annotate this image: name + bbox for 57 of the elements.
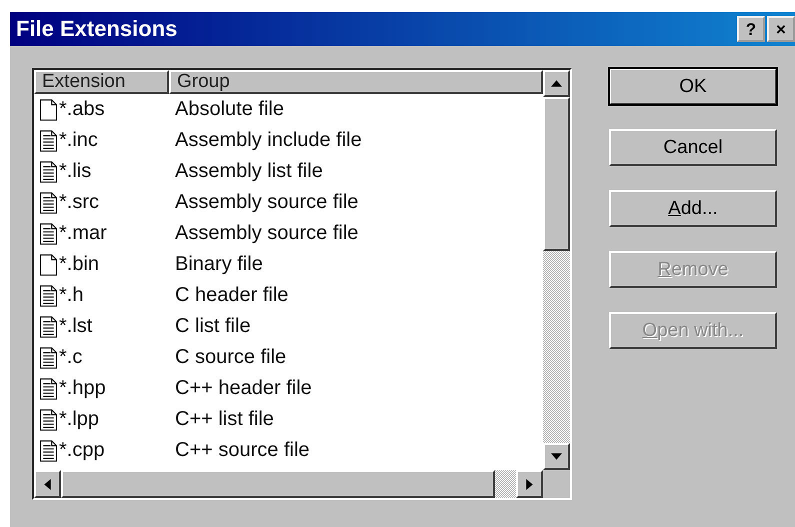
file-type-name[interactable]: C++ source file: [175, 439, 310, 461]
file-pattern[interactable]: *.hpp: [59, 377, 106, 400]
up-triangle-icon: [551, 80, 562, 87]
blank-file-icon: [40, 254, 57, 276]
window-title: File Extensions: [16, 16, 178, 42]
file-type-name[interactable]: C source file: [175, 346, 286, 368]
file-pattern[interactable]: *.lis: [59, 160, 92, 183]
text-file-icon: [40, 192, 57, 214]
file-type-name[interactable]: C++ header file: [175, 377, 312, 399]
file-pattern[interactable]: *.abs: [59, 98, 105, 121]
horizontal-scrollbar[interactable]: [34, 470, 570, 498]
text-file-icon: [40, 222, 57, 244]
text-file-icon: [40, 130, 57, 152]
text-file-icon: [40, 316, 57, 338]
file-pattern[interactable]: *.h: [59, 284, 84, 307]
file-pattern[interactable]: *.bin: [59, 253, 100, 276]
file-type-name[interactable]: C++ list file: [175, 408, 274, 430]
text-file-icon: [40, 284, 57, 306]
dialog-button[interactable]: Add...: [609, 190, 777, 227]
file-pattern[interactable]: *.lpp: [59, 408, 100, 431]
file-pattern[interactable]: *.c: [59, 346, 82, 369]
help-button[interactable]: ?: [737, 16, 765, 42]
text-file-icon: [40, 346, 57, 368]
scroll-up-button[interactable]: [543, 70, 570, 97]
file-type-name[interactable]: Assembly source file: [175, 222, 358, 244]
right-triangle-icon: [526, 478, 533, 490]
text-file-icon: [40, 378, 57, 400]
file-type-name[interactable]: C list file: [175, 315, 251, 337]
file-pattern[interactable]: *.lst: [59, 315, 92, 338]
scroll-thumb[interactable]: [543, 97, 570, 251]
file-type-name[interactable]: Assembly source file: [175, 191, 358, 213]
file-type-name[interactable]: Absolute file: [175, 98, 284, 120]
column-header[interactable]: Group: [169, 70, 543, 94]
left-triangle-icon: [44, 478, 51, 490]
file-type-name[interactable]: Assembly list file: [175, 160, 323, 182]
scrollbar-corner: [543, 470, 570, 498]
text-file-icon: [40, 440, 57, 462]
file-type-name[interactable]: Binary file: [175, 253, 263, 275]
close-button[interactable]: ×: [767, 16, 795, 42]
file-type-name[interactable]: C header file: [175, 284, 288, 306]
file-pattern[interactable]: *.inc: [59, 129, 98, 152]
column-header[interactable]: Extension: [34, 70, 169, 94]
file-pattern[interactable]: *.src: [59, 191, 99, 214]
file-pattern[interactable]: *.mar: [59, 222, 107, 245]
text-file-icon: [40, 408, 57, 430]
vertical-scrollbar[interactable]: [543, 70, 570, 470]
file-type-name[interactable]: Assembly include file: [175, 129, 362, 151]
blank-file-icon: [40, 98, 57, 120]
scroll-left-button[interactable]: [34, 470, 61, 498]
scroll-thumb[interactable]: [61, 470, 495, 498]
dialog-button[interactable]: Cancel: [609, 129, 777, 166]
dialog-button[interactable]: OK: [609, 68, 777, 105]
file-pattern[interactable]: *.cpp: [59, 439, 105, 462]
text-file-icon: [40, 160, 57, 182]
scroll-right-button[interactable]: [516, 470, 543, 498]
down-triangle-icon: [551, 453, 562, 460]
scroll-down-button[interactable]: [543, 443, 570, 470]
